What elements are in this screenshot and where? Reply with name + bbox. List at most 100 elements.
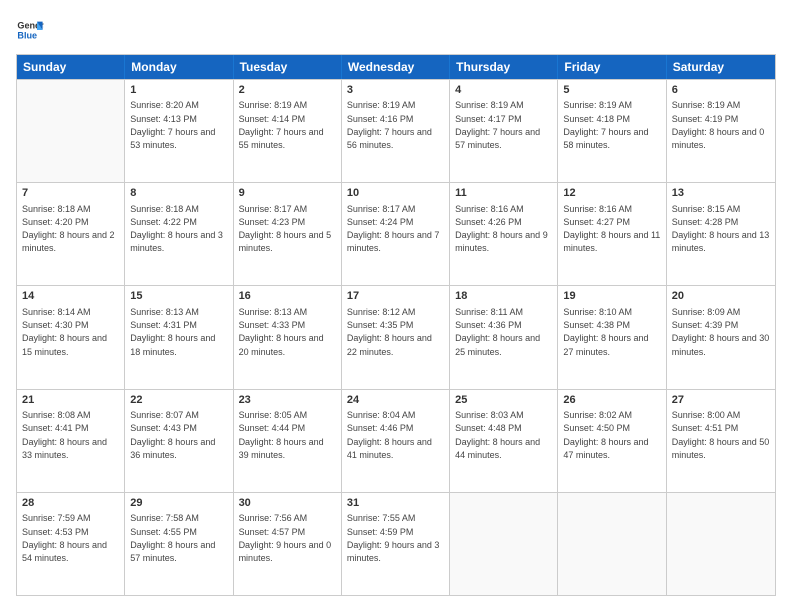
cell-info: Sunrise: 8:02 AMSunset: 4:50 PMDaylight:… — [563, 410, 648, 460]
calendar-cell: 25 Sunrise: 8:03 AMSunset: 4:48 PMDaylig… — [450, 390, 558, 492]
cell-date: 29 — [130, 496, 227, 511]
calendar-cell — [450, 493, 558, 595]
cell-info: Sunrise: 8:17 AMSunset: 4:24 PMDaylight:… — [347, 204, 440, 254]
cell-info: Sunrise: 7:56 AMSunset: 4:57 PMDaylight:… — [239, 513, 332, 563]
calendar-cell: 13 Sunrise: 8:15 AMSunset: 4:28 PMDaylig… — [667, 183, 775, 285]
calendar-row: 21 Sunrise: 8:08 AMSunset: 4:41 PMDaylig… — [17, 389, 775, 492]
calendar-cell: 9 Sunrise: 8:17 AMSunset: 4:23 PMDayligh… — [234, 183, 342, 285]
cell-date: 7 — [22, 186, 119, 201]
calendar-cell: 2 Sunrise: 8:19 AMSunset: 4:14 PMDayligh… — [234, 80, 342, 182]
cell-info: Sunrise: 7:59 AMSunset: 4:53 PMDaylight:… — [22, 513, 107, 563]
cell-date: 6 — [672, 83, 770, 98]
cell-date: 20 — [672, 289, 770, 304]
day-header: Saturday — [667, 55, 775, 79]
page: General Blue SundayMondayTuesdayWednesda… — [0, 0, 792, 612]
cell-date: 28 — [22, 496, 119, 511]
cell-date: 14 — [22, 289, 119, 304]
cell-date: 25 — [455, 393, 552, 408]
cell-date: 16 — [239, 289, 336, 304]
calendar-cell: 20 Sunrise: 8:09 AMSunset: 4:39 PMDaylig… — [667, 286, 775, 388]
cell-date: 12 — [563, 186, 660, 201]
header: General Blue — [16, 16, 776, 44]
svg-text:Blue: Blue — [17, 30, 37, 40]
calendar-cell: 7 Sunrise: 8:18 AMSunset: 4:20 PMDayligh… — [17, 183, 125, 285]
cell-info: Sunrise: 8:17 AMSunset: 4:23 PMDaylight:… — [239, 204, 332, 254]
cell-date: 17 — [347, 289, 444, 304]
calendar-cell: 19 Sunrise: 8:10 AMSunset: 4:38 PMDaylig… — [558, 286, 666, 388]
day-header: Thursday — [450, 55, 558, 79]
calendar-cell: 6 Sunrise: 8:19 AMSunset: 4:19 PMDayligh… — [667, 80, 775, 182]
calendar-cell: 16 Sunrise: 8:13 AMSunset: 4:33 PMDaylig… — [234, 286, 342, 388]
cell-info: Sunrise: 8:11 AMSunset: 4:36 PMDaylight:… — [455, 307, 540, 357]
cell-info: Sunrise: 8:19 AMSunset: 4:14 PMDaylight:… — [239, 100, 324, 150]
day-header: Wednesday — [342, 55, 450, 79]
calendar-cell: 27 Sunrise: 8:00 AMSunset: 4:51 PMDaylig… — [667, 390, 775, 492]
cell-date: 9 — [239, 186, 336, 201]
calendar-cell: 8 Sunrise: 8:18 AMSunset: 4:22 PMDayligh… — [125, 183, 233, 285]
day-header: Monday — [125, 55, 233, 79]
cell-info: Sunrise: 7:58 AMSunset: 4:55 PMDaylight:… — [130, 513, 215, 563]
cell-date: 21 — [22, 393, 119, 408]
calendar-cell: 4 Sunrise: 8:19 AMSunset: 4:17 PMDayligh… — [450, 80, 558, 182]
cell-info: Sunrise: 8:09 AMSunset: 4:39 PMDaylight:… — [672, 307, 770, 357]
calendar-cell: 11 Sunrise: 8:16 AMSunset: 4:26 PMDaylig… — [450, 183, 558, 285]
cell-info: Sunrise: 8:14 AMSunset: 4:30 PMDaylight:… — [22, 307, 107, 357]
cell-info: Sunrise: 8:13 AMSunset: 4:31 PMDaylight:… — [130, 307, 215, 357]
day-header: Tuesday — [234, 55, 342, 79]
cell-info: Sunrise: 8:05 AMSunset: 4:44 PMDaylight:… — [239, 410, 324, 460]
calendar-cell: 12 Sunrise: 8:16 AMSunset: 4:27 PMDaylig… — [558, 183, 666, 285]
calendar-cell: 22 Sunrise: 8:07 AMSunset: 4:43 PMDaylig… — [125, 390, 233, 492]
calendar-cell: 18 Sunrise: 8:11 AMSunset: 4:36 PMDaylig… — [450, 286, 558, 388]
cell-date: 23 — [239, 393, 336, 408]
day-header: Sunday — [17, 55, 125, 79]
calendar-cell: 24 Sunrise: 8:04 AMSunset: 4:46 PMDaylig… — [342, 390, 450, 492]
cell-info: Sunrise: 8:13 AMSunset: 4:33 PMDaylight:… — [239, 307, 324, 357]
cell-info: Sunrise: 8:18 AMSunset: 4:20 PMDaylight:… — [22, 204, 115, 254]
cell-date: 26 — [563, 393, 660, 408]
calendar-cell — [17, 80, 125, 182]
cell-info: Sunrise: 8:00 AMSunset: 4:51 PMDaylight:… — [672, 410, 770, 460]
logo: General Blue — [16, 16, 44, 44]
cell-date: 19 — [563, 289, 660, 304]
calendar-cell: 23 Sunrise: 8:05 AMSunset: 4:44 PMDaylig… — [234, 390, 342, 492]
cell-date: 18 — [455, 289, 552, 304]
cell-date: 15 — [130, 289, 227, 304]
calendar-header: SundayMondayTuesdayWednesdayThursdayFrid… — [17, 55, 775, 79]
calendar-cell: 1 Sunrise: 8:20 AMSunset: 4:13 PMDayligh… — [125, 80, 233, 182]
cell-date: 5 — [563, 83, 660, 98]
calendar-cell: 14 Sunrise: 8:14 AMSunset: 4:30 PMDaylig… — [17, 286, 125, 388]
cell-info: Sunrise: 8:10 AMSunset: 4:38 PMDaylight:… — [563, 307, 648, 357]
calendar-cell: 15 Sunrise: 8:13 AMSunset: 4:31 PMDaylig… — [125, 286, 233, 388]
cell-info: Sunrise: 8:20 AMSunset: 4:13 PMDaylight:… — [130, 100, 215, 150]
cell-info: Sunrise: 8:12 AMSunset: 4:35 PMDaylight:… — [347, 307, 432, 357]
calendar-cell — [667, 493, 775, 595]
calendar-cell: 29 Sunrise: 7:58 AMSunset: 4:55 PMDaylig… — [125, 493, 233, 595]
cell-info: Sunrise: 8:19 AMSunset: 4:17 PMDaylight:… — [455, 100, 540, 150]
cell-info: Sunrise: 8:18 AMSunset: 4:22 PMDaylight:… — [130, 204, 223, 254]
calendar-row: 1 Sunrise: 8:20 AMSunset: 4:13 PMDayligh… — [17, 79, 775, 182]
cell-info: Sunrise: 7:55 AMSunset: 4:59 PMDaylight:… — [347, 513, 440, 563]
calendar-body: 1 Sunrise: 8:20 AMSunset: 4:13 PMDayligh… — [17, 79, 775, 595]
cell-date: 3 — [347, 83, 444, 98]
cell-date: 11 — [455, 186, 552, 201]
cell-date: 24 — [347, 393, 444, 408]
cell-info: Sunrise: 8:19 AMSunset: 4:19 PMDaylight:… — [672, 100, 765, 150]
cell-date: 31 — [347, 496, 444, 511]
logo-icon: General Blue — [16, 16, 44, 44]
calendar-cell: 3 Sunrise: 8:19 AMSunset: 4:16 PMDayligh… — [342, 80, 450, 182]
calendar-row: 7 Sunrise: 8:18 AMSunset: 4:20 PMDayligh… — [17, 182, 775, 285]
cell-date: 8 — [130, 186, 227, 201]
cell-info: Sunrise: 8:16 AMSunset: 4:27 PMDaylight:… — [563, 204, 660, 254]
calendar-cell: 5 Sunrise: 8:19 AMSunset: 4:18 PMDayligh… — [558, 80, 666, 182]
calendar-cell: 26 Sunrise: 8:02 AMSunset: 4:50 PMDaylig… — [558, 390, 666, 492]
calendar-cell: 28 Sunrise: 7:59 AMSunset: 4:53 PMDaylig… — [17, 493, 125, 595]
cell-date: 30 — [239, 496, 336, 511]
cell-info: Sunrise: 8:03 AMSunset: 4:48 PMDaylight:… — [455, 410, 540, 460]
cell-info: Sunrise: 8:15 AMSunset: 4:28 PMDaylight:… — [672, 204, 770, 254]
day-header: Friday — [558, 55, 666, 79]
cell-info: Sunrise: 8:08 AMSunset: 4:41 PMDaylight:… — [22, 410, 107, 460]
cell-date: 27 — [672, 393, 770, 408]
calendar-cell: 17 Sunrise: 8:12 AMSunset: 4:35 PMDaylig… — [342, 286, 450, 388]
cell-date: 1 — [130, 83, 227, 98]
cell-date: 13 — [672, 186, 770, 201]
